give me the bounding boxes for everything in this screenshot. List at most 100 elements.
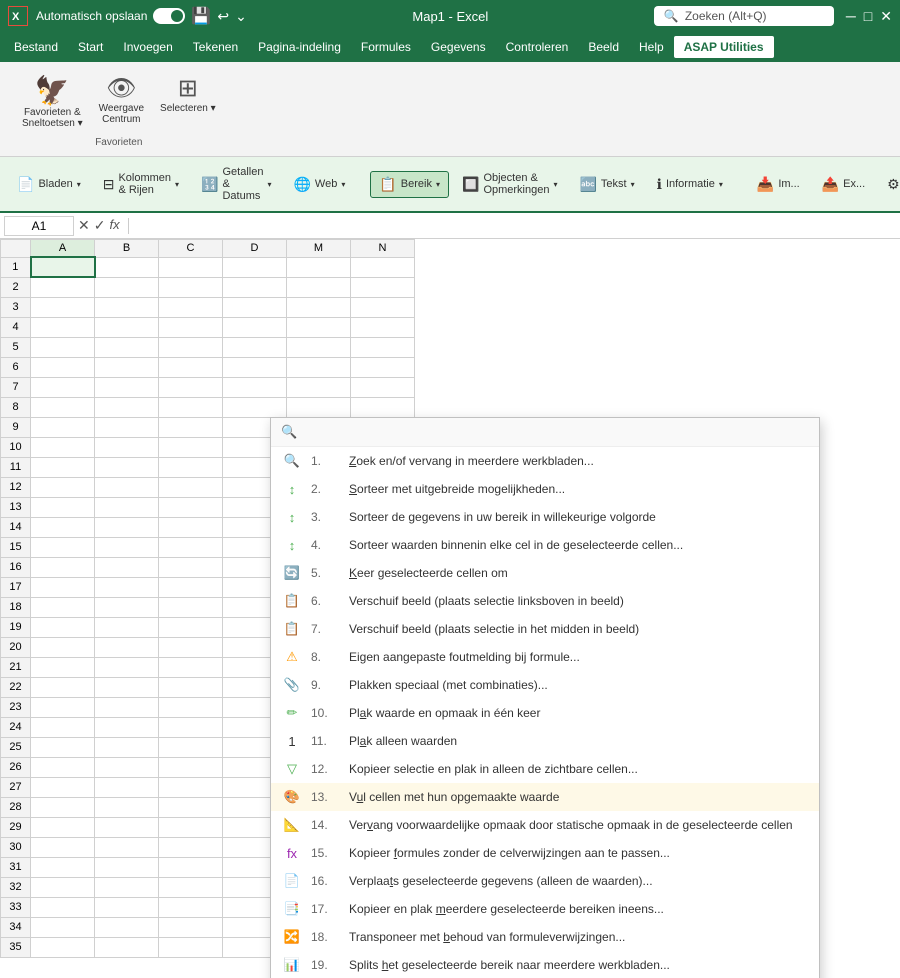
cell-26-1[interactable] bbox=[95, 757, 159, 777]
cell-5-3[interactable] bbox=[223, 337, 287, 357]
cell-11-2[interactable] bbox=[159, 457, 223, 477]
cell-31-2[interactable] bbox=[159, 857, 223, 877]
cell-24-1[interactable] bbox=[95, 717, 159, 737]
cell-8-2[interactable] bbox=[159, 397, 223, 417]
dropdown-item-5[interactable]: 🔄5.Keer geselecteerde cellen om bbox=[271, 559, 819, 587]
undo-icon[interactable]: ↩ bbox=[217, 8, 229, 25]
asap-btn-tekst[interactable]: 🔤 Tekst ▾ bbox=[570, 171, 643, 198]
cell-13-0[interactable] bbox=[31, 497, 95, 517]
cell-5-2[interactable] bbox=[159, 337, 223, 357]
cell-14-1[interactable] bbox=[95, 517, 159, 537]
cell-32-1[interactable] bbox=[95, 877, 159, 897]
cell-20-2[interactable] bbox=[159, 637, 223, 657]
close-button[interactable]: ✕ bbox=[880, 8, 892, 25]
cell-4-0[interactable] bbox=[31, 317, 95, 337]
autosave-toggle[interactable] bbox=[153, 8, 185, 24]
cell-34-2[interactable] bbox=[159, 917, 223, 937]
cell-32-0[interactable] bbox=[31, 877, 95, 897]
cell-3-1[interactable] bbox=[95, 297, 159, 317]
menu-beeld[interactable]: Beeld bbox=[578, 36, 629, 58]
cell-23-0[interactable] bbox=[31, 697, 95, 717]
asap-btn-ex[interactable]: 📤 Ex... bbox=[813, 171, 874, 198]
cell-15-0[interactable] bbox=[31, 537, 95, 557]
cell-6-4[interactable] bbox=[287, 357, 351, 377]
cell-33-2[interactable] bbox=[159, 897, 223, 917]
cell-25-0[interactable] bbox=[31, 737, 95, 757]
dropdown-item-1[interactable]: 🔍1.Zoek en/of vervang in meerdere werkbl… bbox=[271, 447, 819, 475]
cell-24-0[interactable] bbox=[31, 717, 95, 737]
cell-10-0[interactable] bbox=[31, 437, 95, 457]
cell-4-1[interactable] bbox=[95, 317, 159, 337]
cell-5-1[interactable] bbox=[95, 337, 159, 357]
cell-6-2[interactable] bbox=[159, 357, 223, 377]
cell-13-2[interactable] bbox=[159, 497, 223, 517]
cell-18-2[interactable] bbox=[159, 597, 223, 617]
cell-35-2[interactable] bbox=[159, 937, 223, 957]
cell-2-3[interactable] bbox=[223, 277, 287, 297]
asap-btn-getallen[interactable]: 🔢 Getallen & Datums ▾ bbox=[192, 161, 280, 207]
dropdown-item-8[interactable]: ⚠8.Eigen aangepaste foutmelding bij form… bbox=[271, 643, 819, 671]
cell-25-1[interactable] bbox=[95, 737, 159, 757]
cell-15-1[interactable] bbox=[95, 537, 159, 557]
cell-3-2[interactable] bbox=[159, 297, 223, 317]
cell-22-0[interactable] bbox=[31, 677, 95, 697]
ribbon-btn-favorieten[interactable]: 🦅 Favorieten &Sneltoetsen ▾ bbox=[16, 70, 89, 133]
cell-12-2[interactable] bbox=[159, 477, 223, 497]
dropdown-item-16[interactable]: 📄16.Verplaats geselecteerde gegevens (al… bbox=[271, 867, 819, 895]
cell-9-1[interactable] bbox=[95, 417, 159, 437]
cell-3-5[interactable] bbox=[351, 297, 415, 317]
save-icon[interactable]: 💾 bbox=[191, 6, 211, 26]
dropdown-item-9[interactable]: 📎9.Plakken speciaal (met combinaties)... bbox=[271, 671, 819, 699]
ribbon-btn-weergave[interactable]: 👁 WeergaveCentrum bbox=[93, 70, 150, 129]
cell-19-2[interactable] bbox=[159, 617, 223, 637]
cell-16-2[interactable] bbox=[159, 557, 223, 577]
cell-2-4[interactable] bbox=[287, 277, 351, 297]
fx-icon[interactable]: fx bbox=[109, 217, 119, 234]
cell-34-1[interactable] bbox=[95, 917, 159, 937]
cell-7-3[interactable] bbox=[223, 377, 287, 397]
col-header-d[interactable]: D bbox=[223, 240, 287, 258]
menu-asap[interactable]: ASAP Utilities bbox=[674, 36, 774, 58]
dropdown-item-2[interactable]: ↕2.Sorteer met uitgebreide mogelijkheden… bbox=[271, 475, 819, 503]
cell-28-2[interactable] bbox=[159, 797, 223, 817]
cell-26-0[interactable] bbox=[31, 757, 95, 777]
cell-5-5[interactable] bbox=[351, 337, 415, 357]
asap-btn-bereik[interactable]: 📋 Bereik ▾ bbox=[370, 171, 449, 198]
cell-21-1[interactable] bbox=[95, 657, 159, 677]
cell-28-1[interactable] bbox=[95, 797, 159, 817]
cell-30-1[interactable] bbox=[95, 837, 159, 857]
dropdown-item-12[interactable]: ▽12.Kopieer selectie en plak in alleen d… bbox=[271, 755, 819, 783]
asap-btn-im[interactable]: 📥 Im... bbox=[748, 171, 809, 198]
asap-btn-bladen[interactable]: 📄 Bladen ▾ bbox=[8, 171, 90, 198]
cell-9-2[interactable] bbox=[159, 417, 223, 437]
dropdown-search-input[interactable] bbox=[305, 425, 809, 439]
cell-1-5[interactable] bbox=[351, 257, 415, 277]
cell-7-1[interactable] bbox=[95, 377, 159, 397]
dropdown-item-18[interactable]: 🔀18.Transponeer met behoud van formuleve… bbox=[271, 923, 819, 951]
cell-23-1[interactable] bbox=[95, 697, 159, 717]
cell-2-1[interactable] bbox=[95, 277, 159, 297]
cell-35-1[interactable] bbox=[95, 937, 159, 957]
cell-27-1[interactable] bbox=[95, 777, 159, 797]
menu-controleren[interactable]: Controleren bbox=[496, 36, 579, 58]
name-box[interactable]: A1 bbox=[4, 216, 74, 236]
cell-1-3[interactable] bbox=[223, 257, 287, 277]
cell-6-0[interactable] bbox=[31, 357, 95, 377]
menu-invoegen[interactable]: Invoegen bbox=[113, 36, 182, 58]
cell-11-1[interactable] bbox=[95, 457, 159, 477]
cell-1-4[interactable] bbox=[287, 257, 351, 277]
cell-34-0[interactable] bbox=[31, 917, 95, 937]
cell-19-1[interactable] bbox=[95, 617, 159, 637]
cell-24-2[interactable] bbox=[159, 717, 223, 737]
cell-16-0[interactable] bbox=[31, 557, 95, 577]
dropdown-item-13[interactable]: 🎨13.Vul cellen met hun opgemaakte waarde bbox=[271, 783, 819, 811]
dropdown-item-15[interactable]: fx15.Kopieer formules zonder de celverwi… bbox=[271, 839, 819, 867]
cell-11-0[interactable] bbox=[31, 457, 95, 477]
cell-12-1[interactable] bbox=[95, 477, 159, 497]
asap-btn-informatie[interactable]: ℹ Informatie ▾ bbox=[648, 171, 732, 198]
dropdown-item-10[interactable]: ✏10.Plak waarde en opmaak in één keer bbox=[271, 699, 819, 727]
cell-14-0[interactable] bbox=[31, 517, 95, 537]
cell-8-1[interactable] bbox=[95, 397, 159, 417]
cell-27-2[interactable] bbox=[159, 777, 223, 797]
asap-btn-kolommen[interactable]: ⊟ Kolommen & Rijen ▾ bbox=[94, 167, 188, 201]
